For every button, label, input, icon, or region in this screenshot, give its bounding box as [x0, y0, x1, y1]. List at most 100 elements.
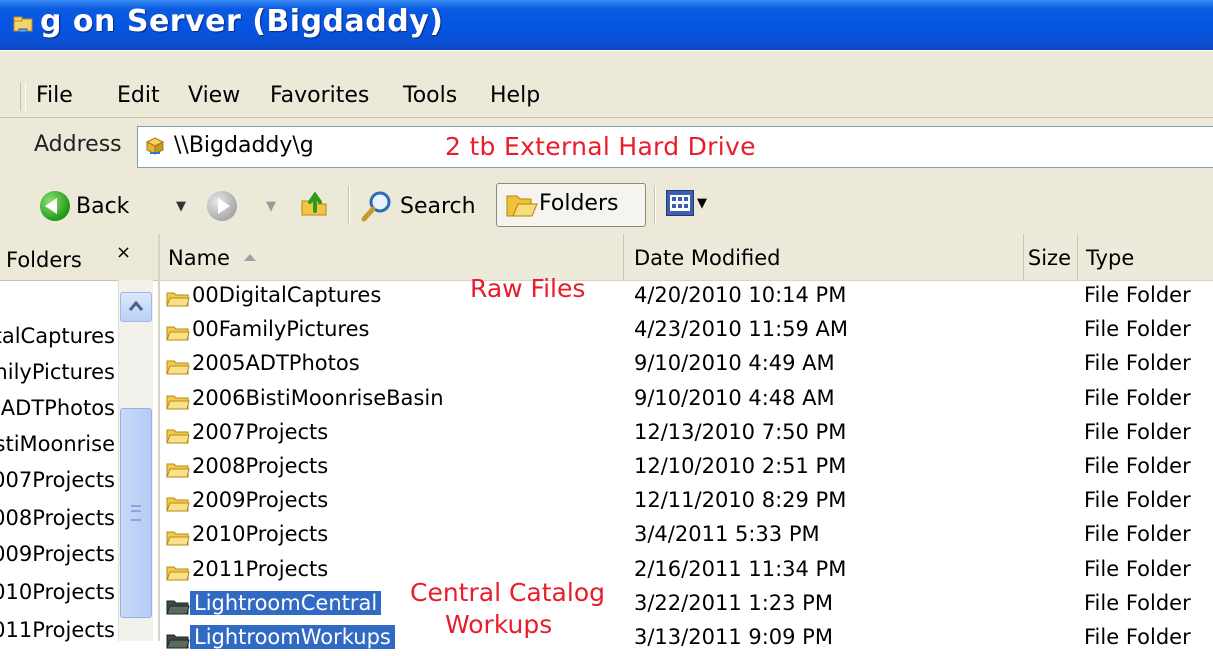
- column-type[interactable]: Type: [1078, 234, 1213, 280]
- file-name[interactable]: LightroomWorkups: [190, 625, 395, 649]
- forward-history-dropdown[interactable]: ▼: [256, 186, 276, 226]
- folders-scrollbar[interactable]: [118, 280, 153, 641]
- file-name[interactable]: 2007Projects: [192, 420, 328, 444]
- views-dropdown-icon[interactable]: ▼: [697, 196, 707, 211]
- file-type: File Folder: [1084, 625, 1191, 649]
- tree-item[interactable]: 2011Projects: [0, 618, 115, 642]
- file-type: File Folder: [1084, 454, 1191, 478]
- search-button[interactable]: Search: [360, 186, 476, 226]
- file-date-modified: 4/23/2010 11:59 AM: [634, 317, 849, 342]
- up-folder-button[interactable]: [298, 186, 332, 226]
- table-row[interactable]: 2011Projects 2/16/2011 11:34 PM File Folde…: [160, 554, 1213, 588]
- menu-help[interactable]: Help: [490, 83, 540, 108]
- file-date-modified: 3/13/2011 9:09 PM: [634, 625, 833, 649]
- folder-icon: [166, 463, 190, 478]
- file-name[interactable]: 2011Projects: [192, 557, 328, 581]
- folder-icon: [166, 360, 190, 375]
- forward-arrow-icon: [207, 191, 237, 221]
- file-name[interactable]: 2008Projects: [192, 454, 328, 478]
- toolbar: Back ▼ ▼ Search Folders ▼: [0, 176, 1213, 235]
- file-name[interactable]: 2010Projects: [192, 522, 328, 546]
- folder-icon: [166, 531, 190, 546]
- back-history-dropdown[interactable]: ▼: [166, 186, 186, 226]
- tree-item[interactable]: 00FamilyPictures: [0, 360, 115, 384]
- annotation-workups: Workups: [445, 610, 553, 639]
- tree-item[interactable]: 00DigitalCaptures: [0, 324, 115, 348]
- tree-item[interactable]: 2006BistiMoonrise: [0, 432, 115, 456]
- table-row[interactable]: 2007Projects 12/13/2010 7:50 PM File Folde…: [160, 417, 1213, 451]
- table-row[interactable]: 2010Projects 3/4/2011 5:33 PM File Folder: [160, 519, 1213, 553]
- file-date-modified: 9/10/2010 4:49 AM: [634, 351, 835, 376]
- menu-edit[interactable]: Edit: [117, 83, 160, 108]
- views-button[interactable]: [666, 190, 694, 216]
- sort-ascending-icon: [244, 254, 256, 261]
- table-row[interactable]: 2006BistiMoonriseBasin 9/10/2010 4:48 AM F…: [160, 383, 1213, 417]
- file-name[interactable]: 2006BistiMoonriseBasin: [192, 386, 444, 410]
- back-label: Back: [76, 193, 130, 219]
- folders-label: Folders: [539, 191, 619, 216]
- column-size[interactable]: Size: [1024, 234, 1078, 280]
- folder-icon: [166, 429, 190, 444]
- menu-file[interactable]: File: [36, 83, 73, 108]
- title-bar[interactable]: g on Server (Bigdaddy): [0, 0, 1213, 50]
- chevron-up-icon: [128, 300, 144, 311]
- back-button[interactable]: Back: [40, 186, 129, 226]
- scroll-up-button[interactable]: [120, 292, 152, 322]
- table-row[interactable]: 2005ADTPhotos 9/10/2010 4:49 AM File Folde…: [160, 348, 1213, 382]
- search-icon: [361, 191, 391, 222]
- file-name[interactable]: 00DigitalCaptures: [192, 283, 381, 307]
- file-type: File Folder: [1084, 522, 1191, 547]
- table-row[interactable]: 2009Projects 12/11/2010 8:29 PM File Folde…: [160, 485, 1213, 519]
- file-date-modified: 9/10/2010 4:48 AM: [634, 385, 835, 410]
- menu-view[interactable]: View: [188, 83, 240, 108]
- scroll-thumb[interactable]: [120, 408, 152, 618]
- menu-favorites[interactable]: Favorites: [270, 83, 369, 108]
- file-type: File Folder: [1084, 283, 1191, 307]
- folder-icon: [166, 292, 190, 307]
- forward-button[interactable]: [207, 186, 237, 226]
- chevron-down-icon: ▼: [176, 198, 186, 214]
- views-icon: [670, 195, 690, 211]
- file-date-modified: 3/22/2011 1:23 PM: [634, 590, 833, 615]
- file-date-modified: 12/10/2010 2:51 PM: [634, 454, 847, 478]
- table-row[interactable]: 00FamilyPictures 4/23/2010 11:59 AM File F…: [160, 314, 1213, 348]
- folder-icon: [166, 566, 190, 581]
- file-name[interactable]: LightroomCentral: [190, 590, 382, 615]
- address-label: Address: [34, 132, 122, 157]
- search-label: Search: [400, 193, 476, 219]
- close-icon[interactable]: ×: [116, 242, 131, 263]
- up-folder-icon: [301, 191, 327, 216]
- tree-item[interactable]: 2009Projects: [0, 542, 115, 566]
- tree-item[interactable]: 2008Projects: [0, 506, 115, 530]
- menu-grip[interactable]: [20, 83, 26, 111]
- window-title: g on Server (Bigdaddy): [40, 4, 444, 39]
- table-row[interactable]: LightroomCentral 3/22/2011 1:23 PM File Fo…: [160, 588, 1213, 622]
- address-value: \\Bigdaddy\g: [174, 133, 314, 158]
- menu-tools[interactable]: Tools: [403, 83, 457, 108]
- folders-icon: [506, 195, 538, 217]
- grip-icon: [131, 505, 141, 521]
- file-name[interactable]: 2005ADTPhotos: [192, 351, 360, 375]
- file-name[interactable]: 2009Projects: [192, 488, 328, 512]
- network-drive-icon: [145, 137, 165, 155]
- table-row[interactable]: 00DigitalCaptures 4/20/2010 10:14 PM File …: [160, 280, 1213, 314]
- file-type: File Folder: [1084, 385, 1191, 410]
- file-date-modified: 12/13/2010 7:50 PM: [634, 419, 847, 444]
- table-row[interactable]: LightroomWorkups 3/13/2011 9:09 PM File Fo…: [160, 622, 1213, 656]
- folders-button[interactable]: Folders: [496, 183, 646, 227]
- toolbar-separator: [348, 186, 350, 224]
- table-row[interactable]: 2008Projects 12/10/2010 2:51 PM File Folde…: [160, 451, 1213, 485]
- annotation-central-catalog: Central Catalog: [410, 578, 605, 607]
- network-folder-icon: [13, 16, 33, 33]
- folders-pane: Folders × 00DigitalCaptures 00FamilyPict…: [0, 234, 160, 642]
- folder-icon: [166, 326, 190, 341]
- file-type: File Folder: [1084, 351, 1191, 376]
- column-date-modified[interactable]: Date Modified: [624, 234, 1024, 280]
- file-type: File Folder: [1084, 317, 1191, 342]
- tree-item[interactable]: 2005ADTPhotos: [0, 396, 115, 420]
- folders-pane-header: Folders ×: [0, 234, 158, 281]
- tree-item[interactable]: 2010Projects: [0, 580, 115, 604]
- tree-item[interactable]: 2007Projects: [0, 468, 115, 492]
- address-annotation: 2 tb External Hard Drive: [445, 132, 756, 161]
- file-name[interactable]: 00FamilyPictures: [192, 317, 369, 341]
